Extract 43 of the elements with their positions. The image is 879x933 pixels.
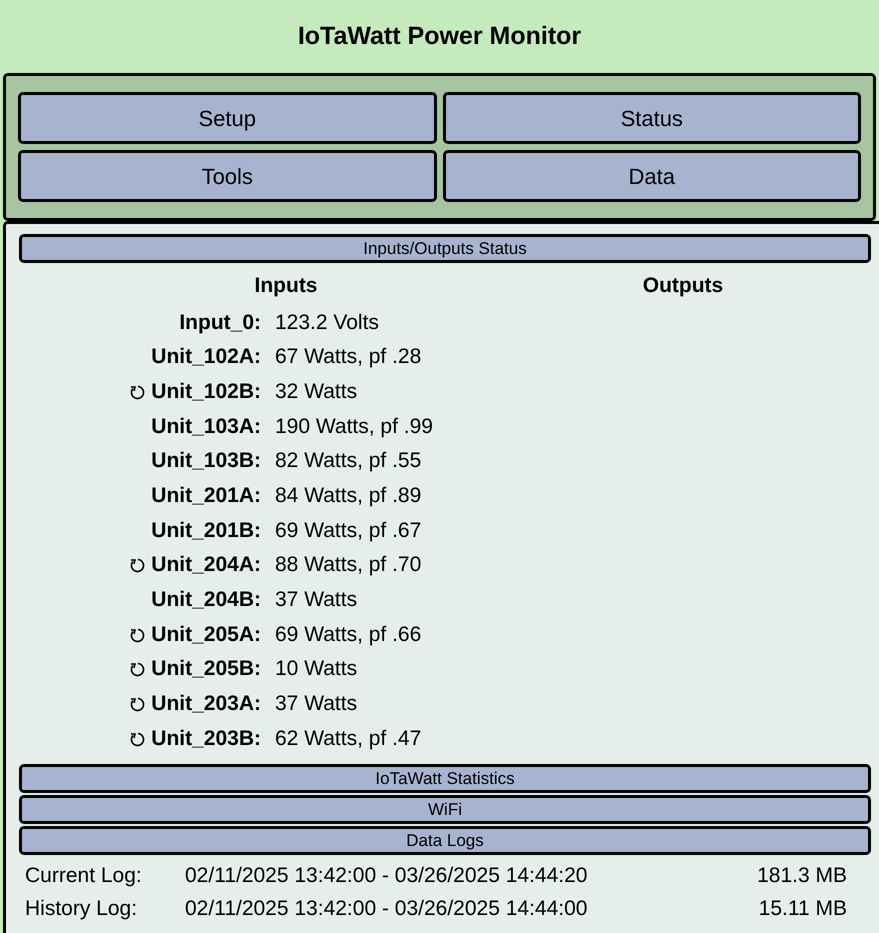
input-value: 37 Watts: [275, 587, 358, 614]
section-header[interactable]: IoTaWatt Statistics: [19, 764, 871, 793]
section-header[interactable]: Inputs/Outputs Status: [19, 234, 871, 263]
input-value: 32 Watts: [275, 378, 358, 405]
input-value: 82 Watts, pf .55: [275, 448, 422, 474]
input-name: Unit_201B:: [151, 518, 261, 544]
menu-button[interactable]: Setup: [18, 92, 436, 144]
input-name: Unit_205B:: [151, 656, 261, 682]
input-name: Unit_201A:: [151, 483, 261, 510]
log-range: 02/11/2025 13:42:00 - 03/26/2025 14:44:20: [185, 862, 588, 889]
menu-button[interactable]: Data: [442, 150, 861, 202]
input-name: Unit_103B:: [151, 448, 261, 474]
input-name: Unit_103A:: [151, 414, 261, 440]
section-header[interactable]: Data Logs: [19, 826, 871, 855]
input-value: 69 Watts, pf .67: [275, 518, 422, 544]
input-value: 69 Watts, pf .66: [275, 622, 422, 648]
input-value: 67 Watts, pf .28: [275, 344, 422, 370]
input-name: Unit_102A:: [151, 344, 261, 370]
input-value: 10 Watts: [275, 656, 358, 682]
column-heading: Inputs: [254, 273, 318, 300]
input-value: 84 Watts, pf .89: [275, 483, 422, 510]
input-value: 123.2 Volts: [275, 310, 379, 336]
log-label: Current Log:: [24, 862, 143, 889]
page-title: IoTaWatt Power Monitor: [298, 20, 582, 52]
input-name: Unit_203A:: [151, 691, 261, 718]
menu-button[interactable]: Tools: [18, 150, 436, 202]
input-name: Unit_204A:: [151, 552, 261, 578]
input-name: Unit_204B:: [151, 587, 261, 614]
column-heading: Outputs: [642, 273, 724, 300]
input-name: Unit_205A:: [151, 622, 261, 648]
log-size: 15.11 MB: [758, 896, 847, 922]
input-name: Input_0:: [179, 310, 261, 336]
input-name: Unit_203B:: [151, 726, 261, 752]
section-header[interactable]: WiFi: [19, 794, 871, 824]
log-range: 02/11/2025 13:42:00 - 03/26/2025 14:44:00: [185, 896, 588, 922]
log-label: History Log:: [24, 896, 138, 922]
input-value: 88 Watts, pf .70: [275, 552, 422, 578]
input-value: 62 Watts, pf .47: [275, 726, 422, 752]
menu-button[interactable]: Status: [442, 92, 861, 144]
input-name: Unit_102B:: [151, 378, 261, 405]
input-value: 190 Watts, pf .99: [275, 414, 433, 440]
log-size: 181.3 MB: [756, 862, 847, 889]
input-value: 37 Watts: [275, 691, 358, 718]
